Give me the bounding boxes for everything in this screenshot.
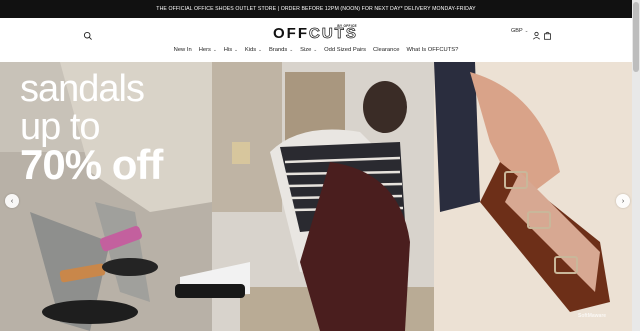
nav-what-is-offcuts[interactable]: What Is OFFCUTS? [406,47,458,53]
nav-odd-sized-pairs[interactable]: Odd Sized Pairs [324,47,366,53]
user-icon [533,31,540,40]
chevron-left-icon: ‹ [10,197,14,205]
nav-new-in[interactable]: New In [174,47,192,53]
currency-label: GBP [511,28,523,34]
hero-line-1: sandals [20,68,145,110]
nav-label: His [223,47,233,53]
hero-banner[interactable]: sandals up to 70% off ‹ › SoftMaware [0,62,632,331]
nav-label: Clearance [373,47,400,53]
nav-label: Size [300,47,312,53]
page-scrollbar[interactable] [632,0,640,331]
currency-selector[interactable]: GBP ⌄ [511,28,528,34]
nav-kids[interactable]: Kids ⌄ [245,47,262,53]
search-icon [83,31,92,40]
chevron-down-icon: ⌄ [258,47,262,52]
nav-his[interactable]: His ⌄ [224,47,238,53]
search-button[interactable] [83,28,93,40]
chevron-down-icon: ⌄ [234,47,238,52]
nav-brands[interactable]: Brands ⌄ [269,47,293,53]
carousel-prev-button[interactable]: ‹ [5,194,19,208]
chevron-down-icon: ⌄ [524,28,529,33]
announcement-bar: THE OFFICIAL OFFICE SHOES OUTLET STORE |… [0,0,632,18]
nav-label: Odd Sized Pairs [324,47,367,53]
chevron-down-icon: ⌄ [313,47,318,52]
page: THE OFFICIAL OFFICE SHOES OUTLET STORE |… [0,0,632,331]
nav-label: What Is OFFCUTS? [406,47,459,53]
nav-label: New In [173,47,192,53]
nav-label: Hers [198,47,211,53]
logo-subtitle: BY OFFICE [337,24,357,28]
scrollbar-thumb[interactable] [633,2,639,72]
hero-line-3: 70% off [20,141,163,188]
account-button[interactable] [532,27,541,40]
announcement-text: THE OFFICIAL OFFICE SHOES OUTLET STORE |… [156,6,476,12]
nav-size[interactable]: Size ⌄ [300,47,317,53]
nav-clearance[interactable]: Clearance [373,47,399,53]
bag-button[interactable] [543,27,552,40]
hero-headline: sandals up to 70% off [20,68,163,188]
chevron-down-icon: ⌄ [212,47,217,52]
watermark: SoftMaware [578,313,607,319]
site-header: OFFCUTS BY OFFICE GBP ⌄ New In Hers ⌄ His… [0,18,632,62]
nav-hers[interactable]: Hers ⌄ [199,47,217,53]
chevron-down-icon: ⌄ [289,47,294,52]
nav-label: Kids [244,47,257,53]
nav-label: Brands [268,47,288,53]
carousel-next-button[interactable]: › [616,194,630,208]
shopping-bag-icon [544,31,551,40]
main-nav: New In Hers ⌄ His ⌄ Kids ⌄ Brands ⌄ Size ⌄ Od… [0,47,632,53]
site-logo[interactable]: OFFCUTS BY OFFICE [273,24,363,44]
chevron-right-icon: › [621,197,625,205]
logo-main: OFF [273,25,309,42]
